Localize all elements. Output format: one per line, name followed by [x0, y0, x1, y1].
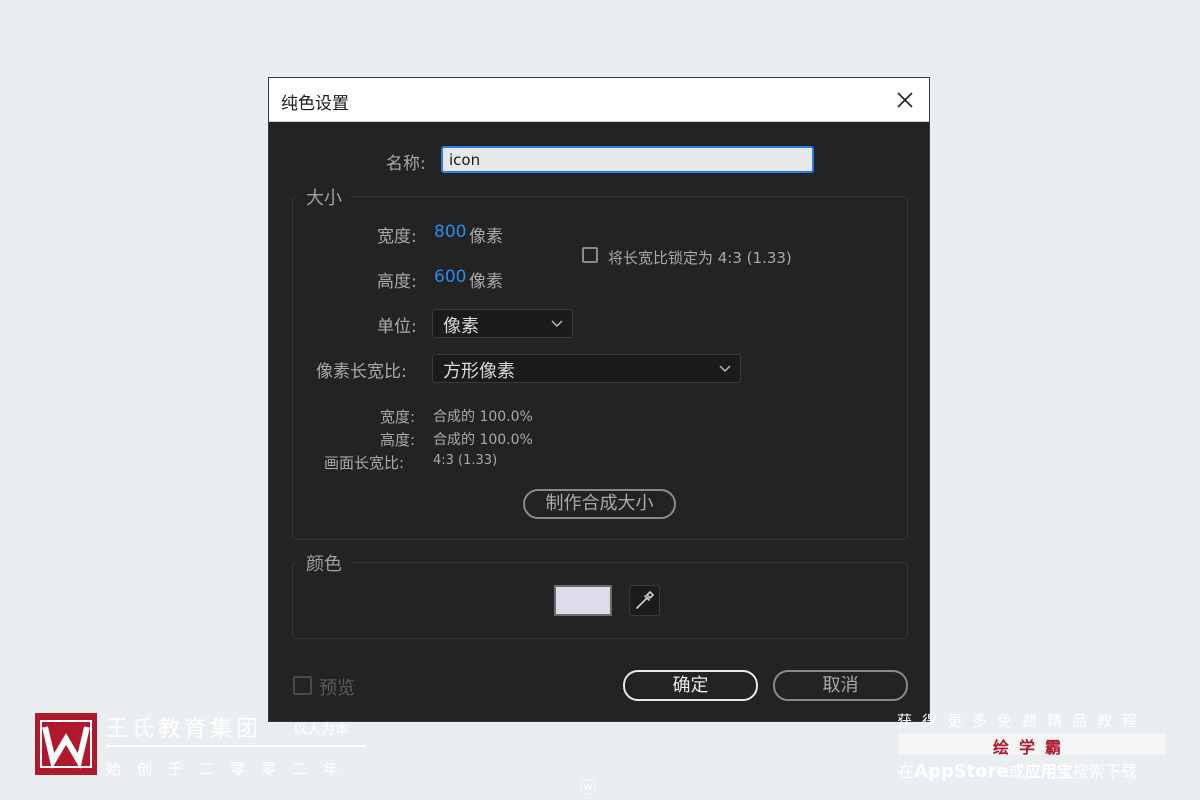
- size-group-legend: 大小: [298, 184, 350, 210]
- brand-slogan: 以人为本: [293, 722, 349, 738]
- dialog-title: 纯色设置: [281, 94, 349, 114]
- unit-select-value: 像素: [443, 316, 479, 337]
- promo-bottom-5: 搜索下载: [1072, 762, 1137, 781]
- name-label: 名称:: [386, 154, 426, 174]
- lock-aspect-label: 将长宽比锁定为 4:3 (1.33): [608, 249, 792, 267]
- eyedropper-icon: [636, 590, 655, 609]
- pixel-aspect-label: 像素长宽比:: [316, 362, 407, 382]
- chevron-down-icon: [719, 365, 731, 372]
- width-label: 宽度:: [377, 227, 417, 247]
- brand-founded: 始创于二零零二年: [106, 760, 355, 778]
- width-unit: 像素: [469, 227, 503, 247]
- info-frame-aspect-label: 画面长宽比:: [324, 454, 405, 472]
- chevron-down-icon: [551, 320, 563, 327]
- promo-brand: 绘学霸: [992, 738, 1071, 757]
- promo-bottom-1: 在: [898, 762, 915, 781]
- info-frame-aspect-value: 4:3 (1.33): [433, 453, 498, 468]
- unit-select[interactable]: 像素: [432, 309, 573, 338]
- pixel-aspect-select[interactable]: 方形像素: [432, 354, 741, 383]
- close-icon[interactable]: [893, 88, 917, 112]
- make-comp-size-button[interactable]: 制作合成大小: [523, 489, 676, 519]
- info-height-label: 高度:: [380, 431, 416, 449]
- brand-name: 王氏教育集团: [106, 717, 263, 742]
- ok-button[interactable]: 确定: [623, 670, 758, 701]
- brand-divider: [106, 745, 366, 747]
- info-width-label: 宽度:: [380, 408, 416, 426]
- promo-brand-bar: 绘学霸: [898, 733, 1166, 757]
- color-group-legend: 颜色: [298, 550, 350, 576]
- height-unit: 像素: [469, 272, 503, 292]
- lock-aspect-checkbox[interactable]: [582, 247, 598, 263]
- color-swatch[interactable]: [554, 585, 612, 616]
- preview-label: 预览: [319, 678, 355, 699]
- solid-settings-dialog: 纯色设置 名称: 大小 宽度: 800 像素 高度: 600 像素 将长宽比锁定…: [268, 77, 930, 722]
- width-value[interactable]: 800: [434, 222, 466, 242]
- unit-label: 单位:: [377, 317, 417, 337]
- eyedropper-button[interactable]: [629, 585, 660, 616]
- info-height-value: 合成的 100.0%: [433, 432, 533, 448]
- preview-checkbox[interactable]: [293, 676, 312, 695]
- promo-bottom-4: 应用宝: [1024, 762, 1073, 781]
- promo-bottom-2: AppStore: [914, 761, 1009, 782]
- cancel-button[interactable]: 取消: [773, 670, 908, 701]
- name-input[interactable]: [441, 146, 814, 173]
- info-width-value: 合成的 100.0%: [433, 409, 533, 425]
- brand-logo-mark: [40, 720, 92, 769]
- height-value[interactable]: 600: [434, 267, 466, 287]
- pixel-aspect-select-value: 方形像素: [443, 361, 515, 382]
- dialog-titlebar: 纯色设置: [269, 78, 929, 122]
- promo-bottom-text: 在AppStore或应用宝搜索下载: [898, 758, 1137, 782]
- promo-bottom-3: 或: [1008, 762, 1025, 781]
- promo-top-text: 获得更多免费精品教程: [897, 712, 1148, 730]
- center-watermark-icon: ⓦ: [580, 778, 597, 797]
- height-label: 高度:: [377, 272, 417, 292]
- brand-logo: [35, 713, 97, 775]
